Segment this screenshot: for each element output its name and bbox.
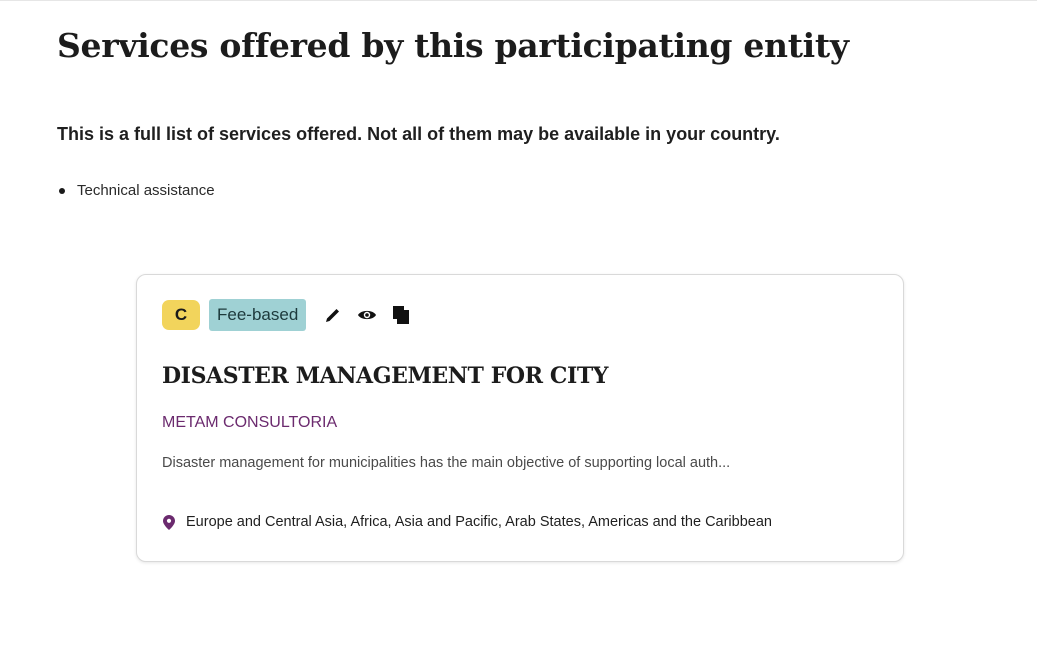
regions-text: Europe and Central Asia, Africa, Asia an…	[186, 514, 772, 530]
bullet-dot	[59, 188, 65, 194]
pencil-icon[interactable]	[322, 304, 344, 326]
card-badge-row: C Fee-based	[162, 299, 412, 331]
location-pin-icon	[162, 514, 176, 530]
fee-based-badge: Fee-based	[209, 299, 307, 331]
copy-icon[interactable]	[390, 304, 412, 326]
eye-icon[interactable]	[356, 304, 378, 326]
service-title[interactable]: DISASTER MANAGEMENT FOR CITY	[162, 363, 609, 389]
list-item: Technical assistance	[57, 181, 215, 201]
regions-row: Europe and Central Asia, Africa, Asia an…	[162, 514, 772, 530]
services-list: Technical assistance	[57, 181, 215, 201]
page-title: Services offered by this participating e…	[57, 26, 849, 65]
provider-name[interactable]: METAM CONSULTORIA	[162, 414, 337, 432]
grade-badge: C	[162, 300, 200, 330]
services-intro-text: This is a full list of services offered.…	[57, 124, 780, 144]
top-divider	[0, 0, 1037, 1]
service-description: Disaster management for municipalities h…	[162, 455, 731, 471]
service-label: Technical assistance	[77, 182, 215, 199]
service-card[interactable]: C Fee-based DISASTER MANAGEMENT FOR CITY…	[136, 274, 904, 562]
